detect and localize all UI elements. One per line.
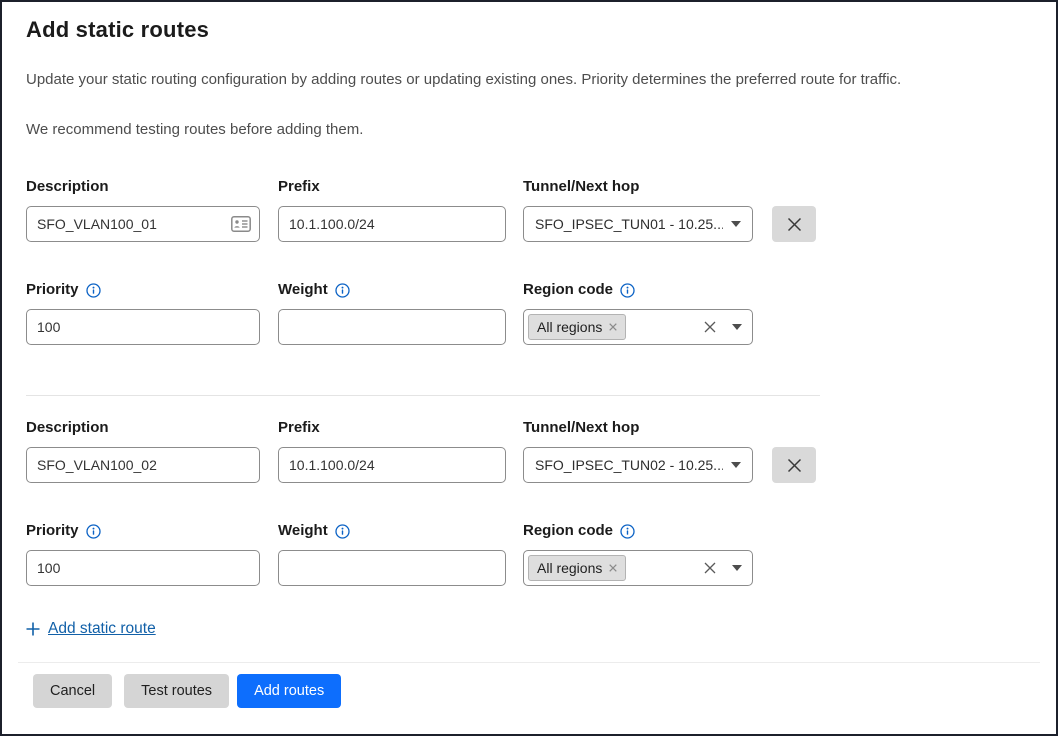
region-chip: All regions <box>528 555 626 581</box>
tunnel-select[interactable]: SFO_IPSEC_TUN02 - 10.25... <box>523 447 753 483</box>
priority-input[interactable] <box>26 550 260 586</box>
chip-remove-icon[interactable] <box>609 323 617 331</box>
contact-card-icon[interactable] <box>231 216 251 232</box>
page-title: Add static routes <box>26 15 1032 45</box>
region-chip-label: All regions <box>537 560 602 576</box>
info-icon[interactable] <box>335 524 350 539</box>
priority-input[interactable] <box>26 309 260 345</box>
remove-route-button[interactable] <box>772 206 816 242</box>
caret-down-icon <box>732 324 742 330</box>
add-static-route-link[interactable]: Add static route <box>26 620 156 638</box>
add-static-routes-dialog: Add static routes Update your static rou… <box>0 0 1058 736</box>
dialog-recommendation: We recommend testing routes before addin… <box>26 119 1032 141</box>
test-routes-button[interactable]: Test routes <box>124 674 229 708</box>
dialog-description: Update your static routing configuration… <box>26 69 1032 91</box>
routes-form: Description Prefix <box>26 177 1032 641</box>
dialog-footer: Cancel Test routes Add routes <box>18 662 1040 734</box>
route1-prefix-field: Prefix <box>278 177 506 242</box>
route2-description-field: Description <box>26 418 260 483</box>
clear-selection-icon[interactable] <box>702 560 718 576</box>
caret-down-icon <box>731 462 741 468</box>
region-label: Region code <box>523 521 753 541</box>
x-icon <box>787 217 802 232</box>
route1-description-field: Description <box>26 177 260 242</box>
route1-main-row: Description Prefix <box>26 177 1032 242</box>
tunnel-select[interactable]: SFO_IPSEC_TUN01 - 10.25... <box>523 206 753 242</box>
route1-tunnel-field: Tunnel/Next hop SFO_IPSEC_TUN01 - 10.25.… <box>523 177 753 242</box>
route1-region-field: Region code All regions <box>523 280 753 345</box>
region-multiselect[interactable]: All regions <box>523 550 753 586</box>
prefix-label: Prefix <box>278 418 506 438</box>
tunnel-label: Tunnel/Next hop <box>523 177 753 197</box>
route2-priority-field: Priority <box>26 521 260 586</box>
route-section-1: Description Prefix <box>26 177 1032 345</box>
route-section-2: Description Prefix Tunnel/Next hop <box>26 418 1032 586</box>
priority-label: Priority <box>26 280 260 300</box>
region-chip-label: All regions <box>537 319 602 335</box>
route2-main-row: Description Prefix Tunnel/Next hop <box>26 418 1032 483</box>
weight-input[interactable] <box>278 309 506 345</box>
section-divider <box>26 395 820 396</box>
route1-options-row: Priority Weight <box>26 280 1032 345</box>
info-icon[interactable] <box>86 524 101 539</box>
route1-priority-field: Priority <box>26 280 260 345</box>
description-label: Description <box>26 418 260 438</box>
remove-route-button[interactable] <box>772 447 816 483</box>
route2-options-row: Priority Weight <box>26 521 1032 586</box>
description-input[interactable] <box>26 447 260 483</box>
prefix-label: Prefix <box>278 177 506 197</box>
tunnel-label: Tunnel/Next hop <box>523 418 753 438</box>
cancel-button[interactable]: Cancel <box>33 674 112 708</box>
caret-down-icon <box>732 565 742 571</box>
region-chip: All regions <box>528 314 626 340</box>
route2-prefix-field: Prefix <box>278 418 506 483</box>
prefix-input[interactable] <box>278 206 506 242</box>
weight-label: Weight <box>278 280 506 300</box>
region-label: Region code <box>523 280 753 300</box>
route2-weight-field: Weight <box>278 521 506 586</box>
info-icon[interactable] <box>620 283 635 298</box>
description-label: Description <box>26 177 260 197</box>
route1-weight-field: Weight <box>278 280 506 345</box>
info-icon[interactable] <box>620 524 635 539</box>
dialog-content: Add static routes Update your static rou… <box>2 2 1056 641</box>
description-input[interactable] <box>26 206 260 242</box>
caret-down-icon <box>731 221 741 227</box>
x-icon <box>787 458 802 473</box>
clear-selection-icon[interactable] <box>702 319 718 335</box>
route2-region-field: Region code All regions <box>523 521 753 586</box>
tunnel-select-value: SFO_IPSEC_TUN01 - 10.25... <box>535 216 723 232</box>
description-input-wrap <box>26 206 260 242</box>
info-icon[interactable] <box>335 283 350 298</box>
weight-label: Weight <box>278 521 506 541</box>
plus-icon <box>26 622 40 636</box>
add-static-route-label: Add static route <box>48 620 156 638</box>
tunnel-select-value: SFO_IPSEC_TUN02 - 10.25... <box>535 457 723 473</box>
route2-tunnel-field: Tunnel/Next hop SFO_IPSEC_TUN02 - 10.25.… <box>523 418 753 483</box>
weight-input[interactable] <box>278 550 506 586</box>
region-multiselect[interactable]: All regions <box>523 309 753 345</box>
priority-label: Priority <box>26 521 260 541</box>
add-routes-button[interactable]: Add routes <box>237 674 341 708</box>
prefix-input[interactable] <box>278 447 506 483</box>
chip-remove-icon[interactable] <box>609 564 617 572</box>
info-icon[interactable] <box>86 283 101 298</box>
